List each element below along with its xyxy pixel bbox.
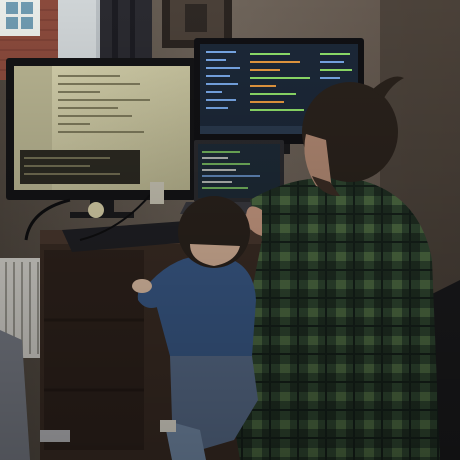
photo-illustration [0,0,460,460]
vignette [0,0,460,460]
photo-scene [0,0,460,460]
